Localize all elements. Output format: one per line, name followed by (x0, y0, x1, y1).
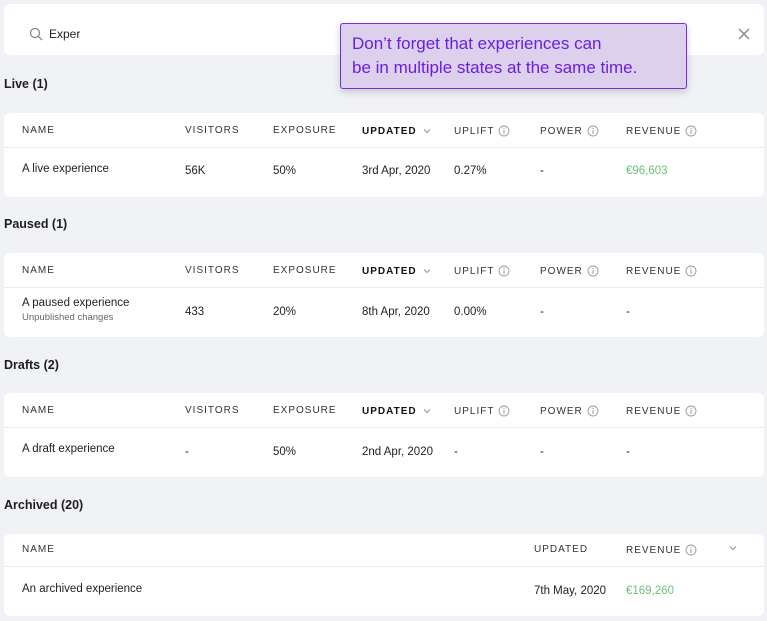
cell-updated: 7th May, 2020 (534, 585, 607, 597)
search-input[interactable]: Exper (49, 27, 80, 41)
cell-exposure: 50% (273, 446, 297, 458)
section-title-archived: Archived (20) (4, 498, 84, 512)
info-icon[interactable] (685, 265, 697, 277)
cell-revenue: €169,260 (626, 585, 674, 597)
tooltip-line: Don’t forget that experiences can (352, 34, 602, 53)
col-updated[interactable]: UPDATED (362, 125, 433, 137)
cell-revenue: €96,603 (626, 165, 668, 177)
cell-name[interactable]: A live experience (22, 163, 109, 175)
cell-updated: 3rd Apr, 2020 (362, 165, 431, 177)
section-title-paused: Paused (1) (4, 217, 68, 231)
info-icon[interactable] (498, 125, 510, 137)
tooltip-line: be in multiple states at the same time. (352, 58, 638, 77)
info-icon[interactable] (685, 544, 697, 556)
table-row[interactable]: An archived experience 7th May, 2020 €16… (4, 567, 764, 616)
paused-table: NAME VISITORS EXPOSURE UPDATED UPLIFT PO… (4, 253, 764, 337)
cell-name[interactable]: An archived experience (22, 583, 142, 595)
cell-visitors: 433 (185, 306, 205, 318)
table-row[interactable]: A draft experience - 50% 2nd Apr, 2020 -… (4, 428, 764, 477)
archived-table: NAME UPDATED REVENUE An archived experie… (4, 534, 764, 616)
cell-power: - (540, 165, 544, 177)
cell-revenue: - (626, 306, 630, 318)
info-icon[interactable] (587, 125, 599, 137)
col-name[interactable]: NAME (22, 125, 55, 136)
cell-uplift: - (454, 446, 458, 458)
section-title-live: Live (1) (4, 77, 48, 91)
col-updated[interactable]: UPDATED (362, 405, 433, 417)
col-power[interactable]: POWER (540, 125, 599, 137)
cell-power: - (540, 446, 544, 458)
col-uplift[interactable]: UPLIFT (454, 265, 510, 277)
experience-name[interactable]: A paused experience (22, 297, 129, 309)
info-icon[interactable] (685, 405, 697, 417)
col-updated[interactable]: UPDATED (534, 544, 588, 555)
unpublished-note: Unpublished changes (22, 312, 114, 323)
cell-exposure: 50% (273, 165, 297, 177)
cell-name[interactable]: A draft experience (22, 443, 115, 455)
cell-visitors: - (185, 446, 189, 458)
table-header: NAME VISITORS EXPOSURE UPDATED UPLIFT PO… (4, 253, 764, 288)
drafts-table: NAME VISITORS EXPOSURE UPDATED UPLIFT PO… (4, 393, 764, 477)
col-uplift[interactable]: UPLIFT (454, 405, 510, 417)
section-title-drafts: Drafts (2) (4, 358, 59, 372)
col-revenue[interactable]: REVENUE (626, 405, 697, 417)
info-icon[interactable] (498, 265, 510, 277)
col-exposure[interactable]: EXPOSURE (273, 125, 337, 136)
chevron-down-icon (423, 269, 430, 274)
cell-uplift: 0.27% (454, 165, 487, 177)
col-revenue[interactable]: REVENUE (626, 125, 697, 137)
col-visitors[interactable]: VISITORS (185, 405, 240, 416)
col-uplift[interactable]: UPLIFT (454, 125, 510, 137)
col-power[interactable]: POWER (540, 265, 599, 277)
cell-updated: 8th Apr, 2020 (362, 306, 430, 318)
table-row[interactable]: A live experience 56K 50% 3rd Apr, 2020 … (4, 148, 764, 197)
cell-visitors: 56K (185, 165, 206, 177)
cell-power: - (540, 306, 544, 318)
cell-name[interactable]: A paused experience Unpublished changes (22, 297, 129, 323)
table-row[interactable]: A paused experience Unpublished changes … (4, 288, 764, 337)
col-visitors[interactable]: VISITORS (185, 265, 240, 276)
table-header: NAME UPDATED REVENUE (4, 534, 764, 567)
live-table: NAME VISITORS EXPOSURE UPDATED UPLIFT PO… (4, 113, 764, 197)
col-name[interactable]: NAME (22, 405, 55, 416)
col-revenue[interactable]: REVENUE (626, 544, 697, 556)
col-visitors[interactable]: VISITORS (185, 125, 240, 136)
cell-revenue: - (626, 446, 630, 458)
search-icon (29, 27, 43, 41)
cell-updated: 2nd Apr, 2020 (362, 446, 433, 458)
col-updated[interactable]: UPDATED (362, 265, 433, 277)
cell-exposure: 20% (273, 306, 297, 318)
col-name[interactable]: NAME (22, 544, 55, 555)
chevron-down-icon (423, 409, 430, 414)
tooltip: Don’t forget that experiences can be in … (340, 23, 687, 89)
info-icon[interactable] (587, 405, 599, 417)
col-power[interactable]: POWER (540, 405, 599, 417)
col-exposure[interactable]: EXPOSURE (273, 405, 337, 416)
col-revenue[interactable]: REVENUE (626, 265, 697, 277)
info-icon[interactable] (587, 265, 599, 277)
chevron-down-icon (423, 129, 430, 134)
col-exposure[interactable]: EXPOSURE (273, 265, 337, 276)
col-name[interactable]: NAME (22, 265, 55, 276)
info-icon[interactable] (498, 405, 510, 417)
cell-uplift: 0.00% (454, 306, 487, 318)
close-icon[interactable] (737, 27, 751, 41)
info-icon[interactable] (685, 125, 697, 137)
expand-chevron-icon[interactable] (727, 542, 739, 554)
table-header: NAME VISITORS EXPOSURE UPDATED UPLIFT PO… (4, 113, 764, 148)
table-header: NAME VISITORS EXPOSURE UPDATED UPLIFT PO… (4, 393, 764, 428)
